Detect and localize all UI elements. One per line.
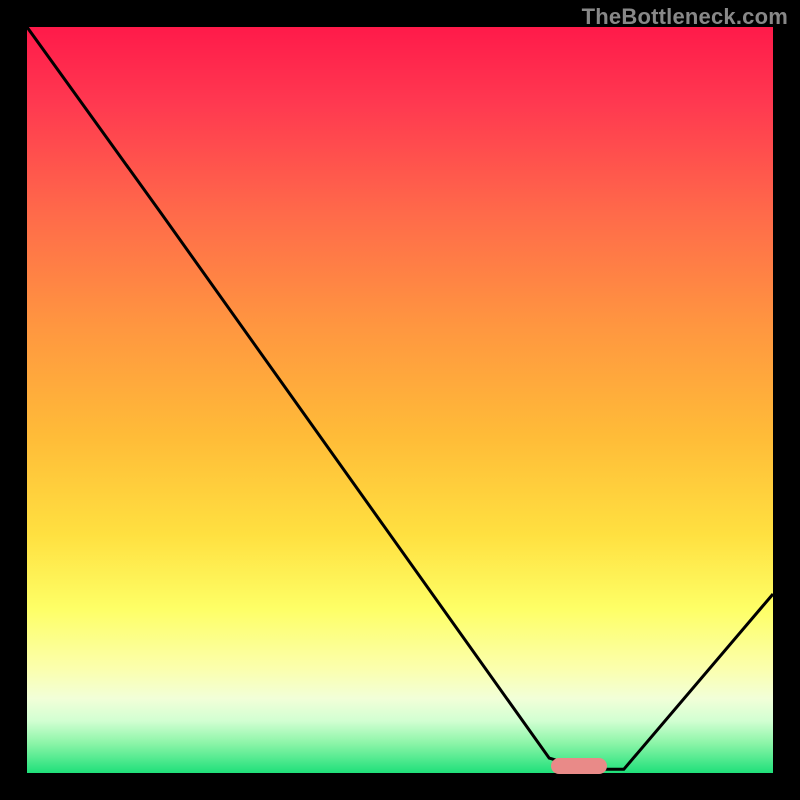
bottleneck-curve	[27, 27, 773, 773]
optimal-marker	[551, 758, 607, 774]
curve-line	[27, 27, 773, 769]
chart-area	[27, 27, 773, 773]
